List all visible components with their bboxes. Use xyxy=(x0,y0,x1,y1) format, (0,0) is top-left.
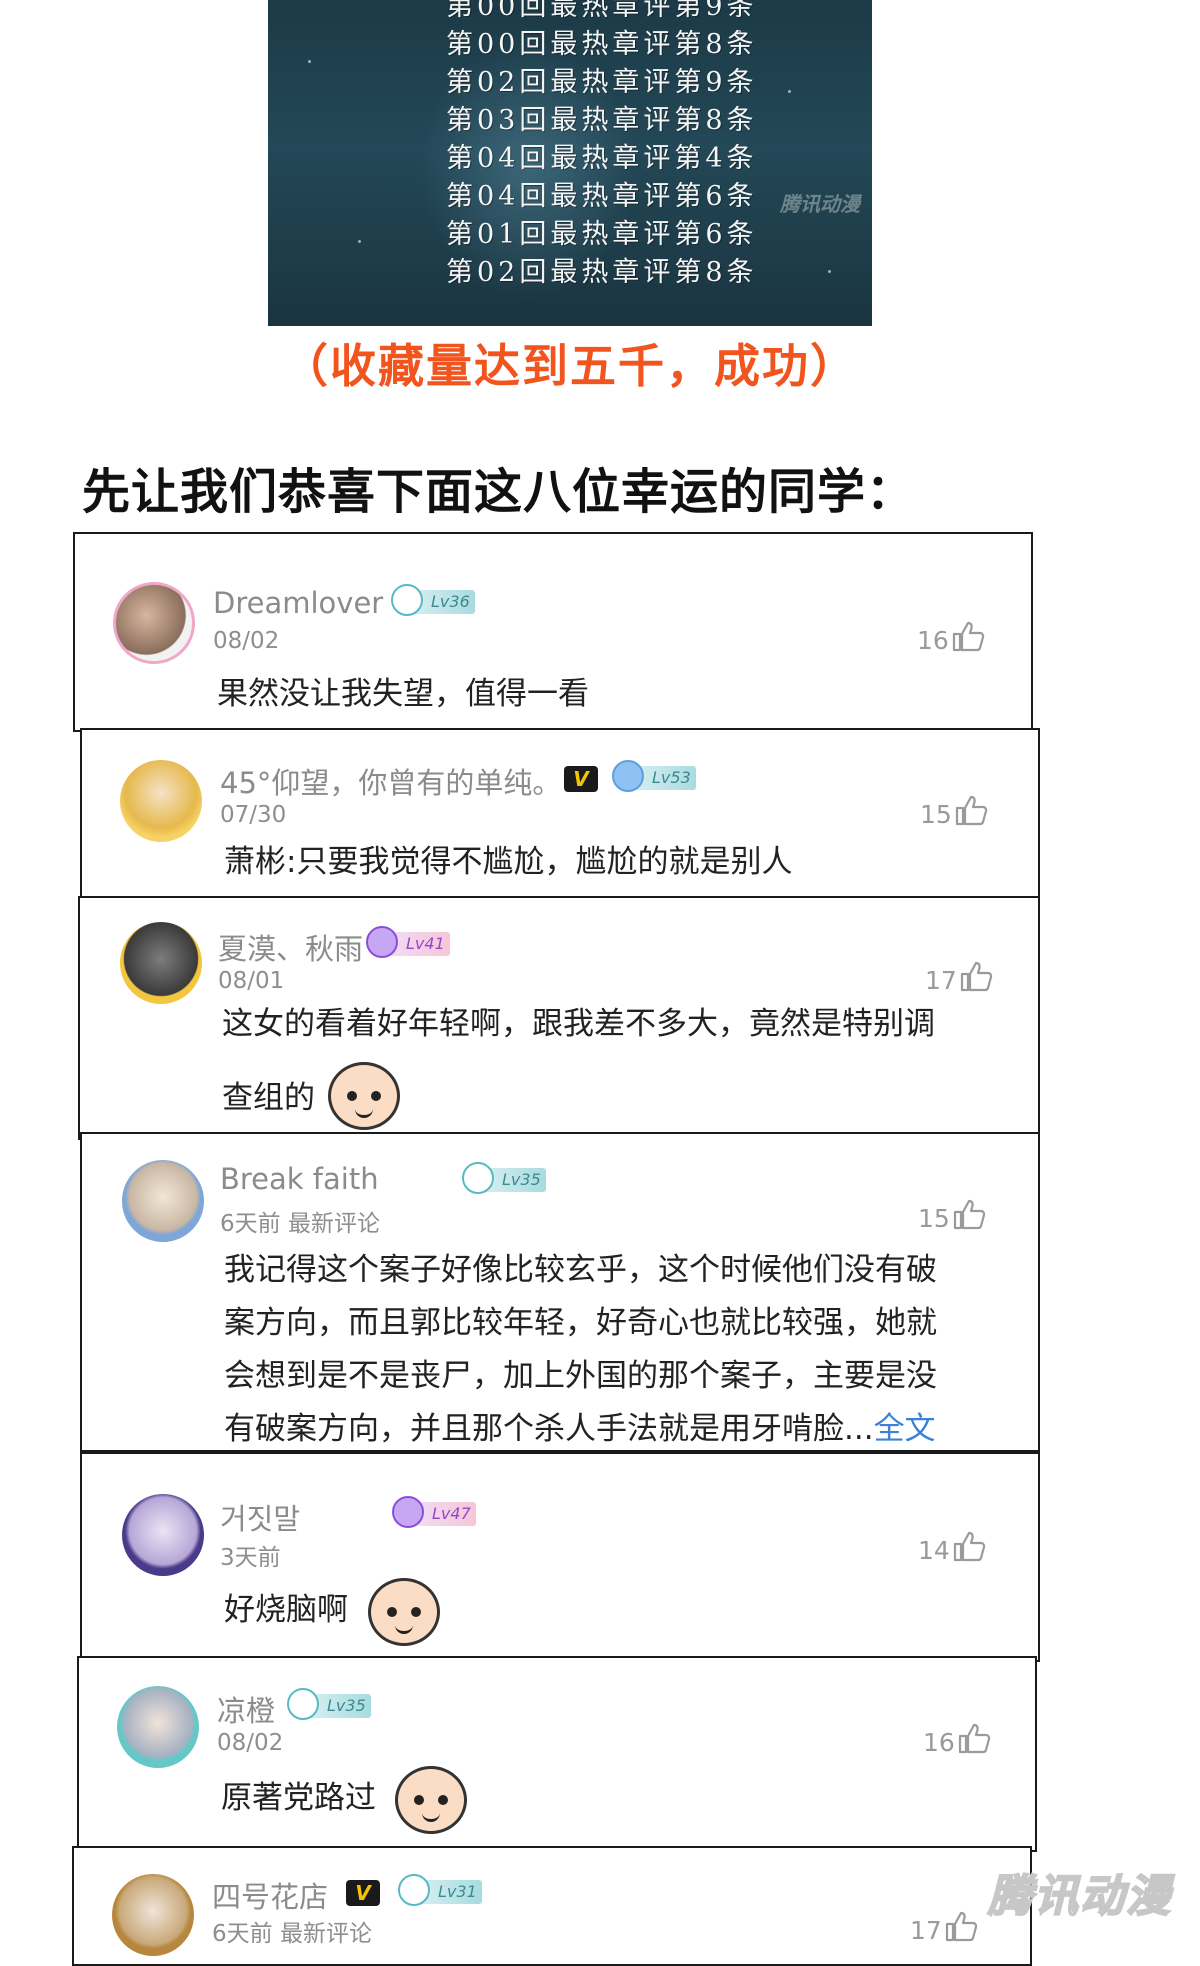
comment-card: 四号花店 V Lv31 6天前 最新评论 17 xyxy=(72,1846,1032,1966)
comment-text: 我记得这个案子好像比较玄乎，这个时候他们没有破 xyxy=(224,1252,937,1288)
banner-dot xyxy=(308,60,311,63)
comment-date: 3天前 xyxy=(220,1545,281,1571)
comment-date: 08/02 xyxy=(213,628,280,654)
comment-text: 会想到是不是丧尸，加上外国的那个案子，主要是没 xyxy=(224,1358,937,1394)
comment-card: 夏漠、秋雨 Lv41 08/01 17 这女的看着好年轻啊，跟我差不多大，竟然是… xyxy=(78,896,1040,1140)
level-emblem-icon xyxy=(398,1874,430,1906)
banner-line: 第00回最热章评第9条 xyxy=(446,0,758,22)
footer-watermark: 腾讯动漫 xyxy=(987,1870,1172,1923)
like-count: 15 xyxy=(918,1204,950,1233)
avatar[interactable] xyxy=(122,1494,204,1576)
comment-date: 07/30 xyxy=(220,802,287,828)
username[interactable]: 45°仰望，你曾有的单纯。 xyxy=(220,760,561,802)
banner-line: 第03回最热章评第8条 xyxy=(446,105,758,136)
comment-card: 凉橙 Lv35 08/02 16 原著党路过 xyxy=(77,1656,1037,1852)
like-count: 16 xyxy=(923,1728,955,1757)
thumbs-up-icon[interactable] xyxy=(944,1910,978,1942)
level-emblem-icon xyxy=(366,926,398,958)
emoji-sticker xyxy=(395,1766,467,1834)
thumbs-up-icon[interactable] xyxy=(952,1530,986,1562)
username[interactable]: 凉橙 xyxy=(217,1688,275,1730)
level-badge: Lv35 xyxy=(287,1688,371,1720)
level-badge: Lv35 xyxy=(462,1162,546,1194)
banner-dot xyxy=(788,90,791,93)
comment-text: 这女的看着好年轻啊，跟我差不多大，竟然是特别调 xyxy=(222,1006,935,1042)
level-badge: Lv31 xyxy=(398,1874,482,1906)
comment-card: 45°仰望，你曾有的单纯。 V Lv53 07/30 15 萧彬:只要我觉得不尴… xyxy=(80,728,1040,902)
comment-text: 萧彬:只要我觉得不尴尬，尴尬的就是别人 xyxy=(224,844,793,880)
like-count: 14 xyxy=(918,1536,950,1565)
thumbs-up-icon[interactable] xyxy=(951,620,985,652)
thumbs-up-icon[interactable] xyxy=(957,1722,991,1754)
comment-text: 案方向，而且郭比较年轻，好奇心也就比较强，她就 xyxy=(224,1305,937,1341)
level-badge: Lv41 xyxy=(366,926,450,958)
banner-line: 第00回最热章评第8条 xyxy=(446,29,758,60)
like-count: 15 xyxy=(920,800,952,829)
comment-text: 查组的 xyxy=(222,1080,315,1116)
banner-text: 第00回最热章评第9条 第00回最热章评第8条 第02回最热章评第9条 第03回… xyxy=(446,0,758,292)
banner-line: 第01回最热章评第6条 xyxy=(446,219,758,250)
banner-watermark: 腾讯动漫 xyxy=(780,192,860,216)
comment-text: 果然没让我失望，值得一看 xyxy=(217,676,589,712)
vip-badge-icon: V xyxy=(564,766,598,792)
level-label: Lv31 xyxy=(438,1882,477,1901)
like-count: 16 xyxy=(917,626,949,655)
level-label: Lv35 xyxy=(502,1170,541,1189)
comment-card: Dreamlover Lv36 08/02 16 果然没让我失望，值得一看 xyxy=(73,532,1033,732)
comment-date: 6天前 最新评论 xyxy=(212,1921,372,1947)
comment-card: 거짓말 Lv47 3天前 14 好烧脑啊 xyxy=(80,1452,1040,1662)
subtitle: （收藏量达到五千，成功） xyxy=(282,339,858,393)
banner-dot xyxy=(828,270,831,273)
username[interactable]: Dreamlover xyxy=(213,586,383,620)
avatar[interactable] xyxy=(122,1160,204,1242)
comment-text-last: 有破案方向，并且那个杀人手法就是用牙啃脸...全文 xyxy=(224,1403,936,1456)
banner-image: 第00回最热章评第9条 第00回最热章评第8条 第02回最热章评第9条 第03回… xyxy=(268,0,872,326)
level-badge: Lv36 xyxy=(391,584,475,616)
comment-date: 08/02 xyxy=(217,1730,284,1756)
level-label: Lv53 xyxy=(652,768,691,787)
username[interactable]: 夏漠、秋雨 xyxy=(218,926,363,968)
level-label: Lv35 xyxy=(327,1696,366,1715)
avatar[interactable] xyxy=(120,760,202,842)
emoji-sticker xyxy=(368,1578,440,1646)
username[interactable]: 거짓말 xyxy=(220,1496,300,1538)
comment-text: 有破案方向，并且那个杀人手法就是用牙啃脸... xyxy=(224,1411,874,1447)
banner-line: 第04回最热章评第4条 xyxy=(446,143,758,174)
username[interactable]: 四号花店 xyxy=(212,1874,328,1916)
banner-line: 第02回最热章评第8条 xyxy=(446,257,758,288)
comment-date: 08/01 xyxy=(218,968,285,994)
level-label: Lv47 xyxy=(432,1504,471,1523)
banner-dot xyxy=(358,240,361,243)
headline: 先让我们恭喜下面这八位幸运的同学： xyxy=(82,464,916,520)
avatar[interactable] xyxy=(112,1874,194,1956)
thumbs-up-icon[interactable] xyxy=(959,960,993,992)
comment-text: 原著党路过 xyxy=(221,1780,376,1816)
level-emblem-icon xyxy=(462,1162,494,1194)
expand-full-text-link[interactable]: 全文 xyxy=(874,1411,936,1447)
thumbs-up-icon[interactable] xyxy=(954,794,988,826)
comment-card: Break faith Lv35 6天前 最新评论 15 我记得这个案子好像比较… xyxy=(80,1132,1040,1452)
avatar[interactable] xyxy=(117,1686,199,1768)
banner-line: 第04回最热章评第6条 xyxy=(446,181,758,212)
level-badge: Lv47 xyxy=(392,1496,476,1528)
avatar[interactable] xyxy=(120,922,202,1004)
level-emblem-icon xyxy=(287,1688,319,1720)
username[interactable]: Break faith xyxy=(220,1162,379,1196)
level-emblem-icon xyxy=(612,760,644,792)
level-emblem-icon xyxy=(391,584,423,616)
level-label: Lv41 xyxy=(406,934,445,953)
level-label: Lv36 xyxy=(431,592,470,611)
like-count: 17 xyxy=(925,966,957,995)
avatar[interactable] xyxy=(113,582,195,664)
vip-badge-icon: V xyxy=(346,1880,380,1906)
comment-date: 6天前 最新评论 xyxy=(220,1211,380,1237)
banner-line: 第02回最热章评第9条 xyxy=(446,67,758,98)
emoji-sticker xyxy=(328,1062,400,1130)
level-badge: Lv53 xyxy=(612,760,696,792)
comment-text: 好烧脑啊 xyxy=(224,1592,348,1628)
thumbs-up-icon[interactable] xyxy=(952,1198,986,1230)
level-emblem-icon xyxy=(392,1496,424,1528)
